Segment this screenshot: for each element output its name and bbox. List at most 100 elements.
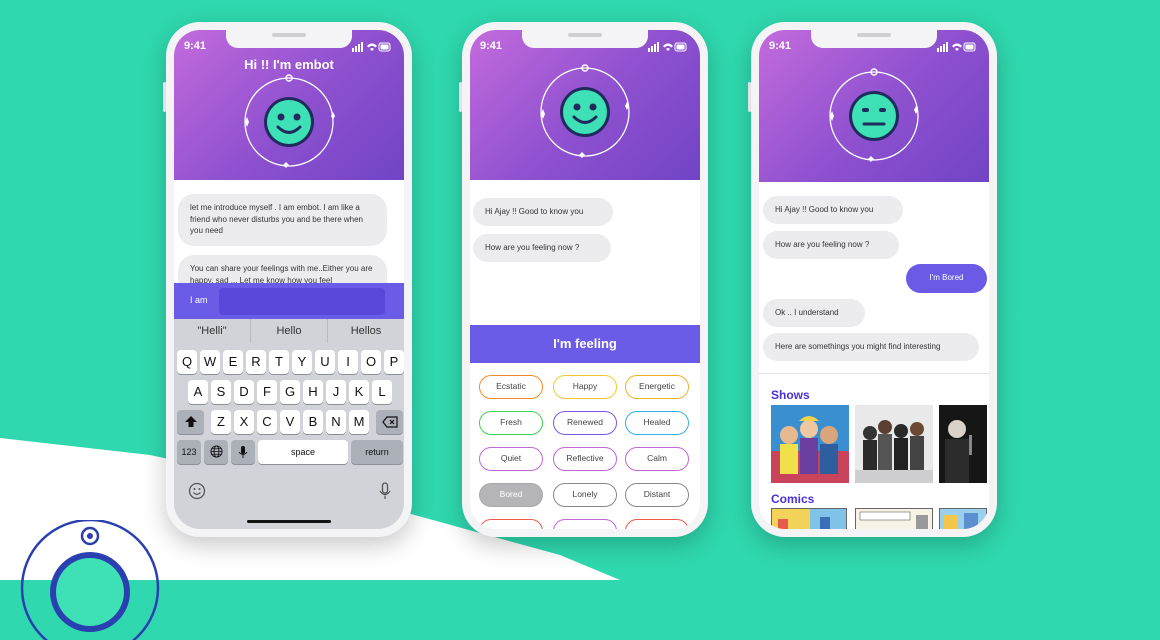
key-j[interactable]: J — [326, 380, 346, 404]
status-time: 9:41 — [480, 40, 503, 52]
feeling-chip-selected[interactable]: Bored — [479, 483, 543, 507]
suggestion-item[interactable]: Hello — [251, 319, 328, 343]
key-t[interactable]: T — [269, 350, 289, 374]
shows-section-title: Shows — [771, 388, 810, 402]
suggestion-item[interactable]: "Helli" — [174, 319, 251, 343]
key-f[interactable]: F — [257, 380, 277, 404]
feeling-title-bar: I'm feeling — [470, 325, 700, 363]
signal-wifi-battery-icon — [937, 42, 976, 52]
key-l[interactable]: L — [372, 380, 392, 404]
emoji-icon[interactable] — [188, 482, 206, 500]
key-p[interactable]: P — [384, 350, 404, 374]
bot-message: Hi Ajay !! Good to know you — [473, 198, 613, 226]
feeling-chip[interactable]: Energetic — [625, 375, 689, 399]
key-g[interactable]: G — [280, 380, 300, 404]
feeling-chip[interactable]: Distant — [625, 483, 689, 507]
key-w[interactable]: W — [200, 350, 220, 374]
feeling-chip[interactable]: Ecstatic — [479, 375, 543, 399]
input-prefix-label: I am — [190, 295, 208, 305]
comic-strip-image — [772, 509, 846, 529]
feeling-chip[interactable]: Lonely — [553, 483, 617, 507]
return-key[interactable]: return — [351, 440, 403, 464]
keyboard: "Helli" Hello Hellos Q W E R T Y U I O P… — [174, 319, 404, 529]
feeling-chip-partial[interactable] — [625, 519, 689, 529]
suggestion-item[interactable]: Hellos — [328, 319, 404, 343]
key-r[interactable]: R — [246, 350, 266, 374]
numbers-key[interactable]: 123 — [177, 440, 201, 464]
key-n[interactable]: N — [326, 410, 346, 434]
key-q[interactable]: Q — [177, 350, 197, 374]
chat-header: 9:41 — [470, 30, 700, 180]
chat-header: 9:41 Hi !! I'm embot — [174, 30, 404, 180]
divider — [759, 373, 989, 374]
comics-section-title: Comics — [771, 492, 815, 506]
space-key[interactable]: space — [258, 440, 348, 464]
backspace-key[interactable] — [376, 410, 403, 434]
chat-header: 9:41 — [759, 30, 989, 182]
feeling-chip[interactable]: Fresh — [479, 411, 543, 435]
key-s[interactable]: S — [211, 380, 231, 404]
key-c[interactable]: C — [257, 410, 277, 434]
key-a[interactable]: A — [188, 380, 208, 404]
feeling-chip[interactable]: Reflective — [553, 447, 617, 471]
comic-thumbnail[interactable] — [855, 508, 933, 529]
status-bar: 9:41 — [769, 40, 979, 54]
bot-message: How are you feeling now ? — [473, 234, 611, 262]
globe-icon — [209, 445, 223, 458]
globe-key[interactable] — [204, 440, 228, 464]
status-time: 9:41 — [184, 40, 207, 52]
message-input[interactable] — [219, 288, 385, 315]
bot-message: Here are somethings you might find inter… — [763, 333, 979, 361]
embot-avatar-icon — [540, 64, 630, 158]
feeling-chip-partial[interactable] — [479, 519, 543, 529]
backspace-icon — [381, 416, 398, 428]
key-o[interactable]: O — [361, 350, 381, 374]
feeling-chip-partial[interactable] — [553, 519, 617, 529]
phone-feeling-picker: 9:41 Hi Ajay !! Good to know you How are… — [459, 22, 708, 537]
embot-avatar-icon — [244, 74, 335, 168]
key-x[interactable]: X — [234, 410, 254, 434]
show-thumbnail[interactable] — [939, 405, 987, 483]
key-e[interactable]: E — [223, 350, 243, 374]
shift-key[interactable] — [177, 410, 204, 434]
key-u[interactable]: U — [315, 350, 335, 374]
signal-wifi-battery-icon — [648, 42, 687, 52]
microphone-icon — [238, 446, 248, 458]
user-message: I'm Bored — [906, 264, 987, 293]
feeling-chip[interactable]: Happy — [553, 375, 617, 399]
comic-thumbnail[interactable] — [771, 508, 847, 529]
autocomplete-bar: "Helli" Hello Hellos — [174, 319, 404, 343]
key-m[interactable]: M — [349, 410, 369, 434]
phone-recommendations: 9:41 Hi Ajay !! Good to know you How are… — [748, 22, 997, 537]
status-bar: 9:41 — [480, 40, 690, 54]
embot-avatar-neutral-icon — [829, 68, 919, 162]
show-thumbnail[interactable] — [771, 405, 849, 483]
bot-message: Hi Ajay !! Good to know you — [763, 196, 903, 224]
status-time: 9:41 — [769, 40, 792, 52]
bot-greeting-title: Hi !! I'm embot — [244, 57, 334, 72]
feeling-chip[interactable]: Quiet — [479, 447, 543, 471]
message-input-bar: I am — [174, 283, 404, 319]
comic-strip-image — [856, 509, 932, 529]
embot-logo-icon — [20, 520, 160, 640]
key-d[interactable]: D — [234, 380, 254, 404]
comic-thumbnail[interactable] — [939, 508, 987, 529]
microphone-icon[interactable] — [379, 482, 391, 500]
key-b[interactable]: B — [303, 410, 323, 434]
key-v[interactable]: V — [280, 410, 300, 434]
feeling-chip[interactable]: Healed — [625, 411, 689, 435]
key-k[interactable]: K — [349, 380, 369, 404]
bot-message: Ok .. I understand — [763, 299, 865, 327]
show-thumbnail[interactable] — [855, 405, 933, 483]
bot-message: How are you feeling now ? — [763, 231, 899, 259]
key-y[interactable]: Y — [292, 350, 312, 374]
dictation-key[interactable] — [231, 440, 255, 464]
shift-arrow-icon — [184, 416, 197, 427]
feeling-chip[interactable]: Calm — [625, 447, 689, 471]
feeling-chip[interactable]: Renewed — [553, 411, 617, 435]
key-h[interactable]: H — [303, 380, 323, 404]
key-z[interactable]: Z — [211, 410, 231, 434]
key-i[interactable]: I — [338, 350, 358, 374]
status-bar: 9:41 — [184, 40, 394, 54]
signal-wifi-battery-icon — [352, 42, 391, 52]
